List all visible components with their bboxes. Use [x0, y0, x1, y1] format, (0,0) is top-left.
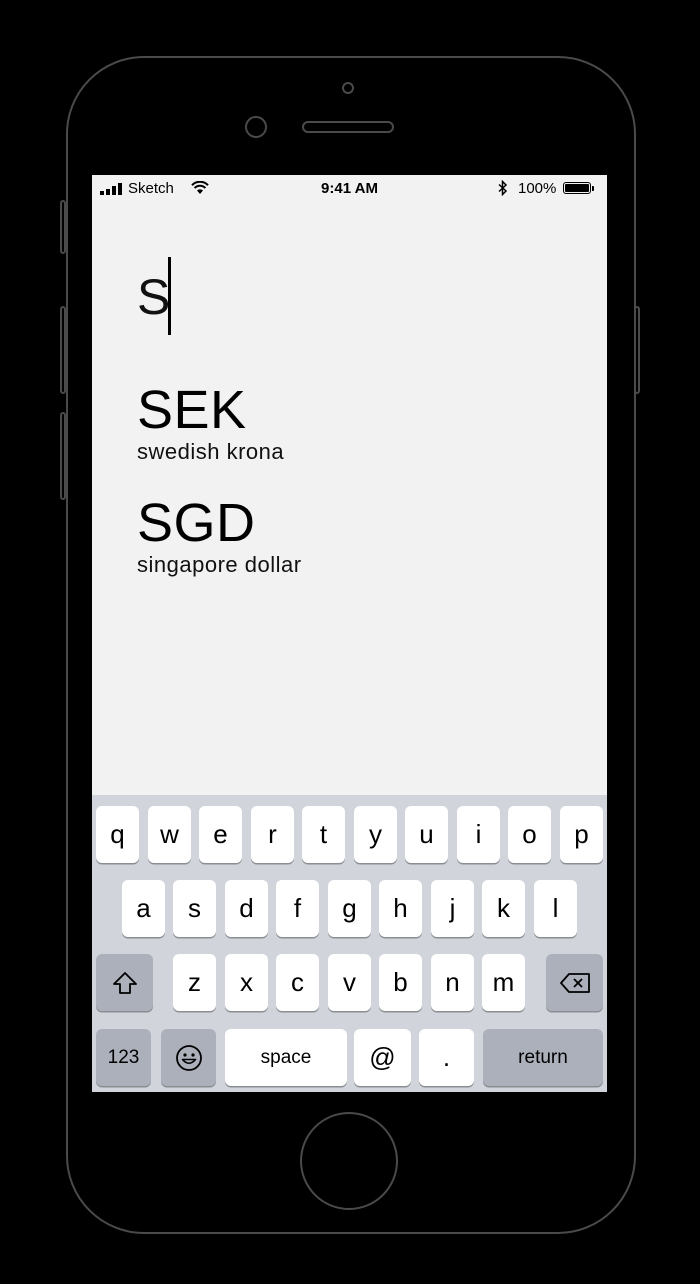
key-t[interactable]: t — [302, 806, 345, 863]
key-w[interactable]: w — [148, 806, 191, 863]
emoji-key[interactable] — [161, 1029, 216, 1086]
key-e[interactable]: e — [199, 806, 242, 863]
earpiece-speaker — [302, 121, 394, 133]
key-f[interactable]: f — [276, 880, 319, 937]
bluetooth-icon — [498, 180, 508, 196]
battery-percentage: 100% — [518, 180, 557, 197]
currency-name: swedish krona — [137, 439, 285, 464]
search-input[interactable]: S — [137, 267, 170, 327]
key-l[interactable]: l — [534, 880, 577, 937]
key-r[interactable]: r — [251, 806, 294, 863]
key-d[interactable]: d — [225, 880, 268, 937]
key-s[interactable]: s — [173, 880, 216, 937]
key-x[interactable]: x — [225, 954, 268, 1011]
result-item-sek[interactable]: SEK swedish krona — [137, 381, 284, 465]
key-i[interactable]: i — [457, 806, 500, 863]
power-button — [634, 306, 640, 394]
return-key[interactable]: return — [483, 1029, 603, 1086]
key-v[interactable]: v — [328, 954, 371, 1011]
screen: Sketch 9:41 AM 100% S SEK swedish krona … — [92, 175, 607, 1092]
key-z[interactable]: z — [173, 954, 216, 1011]
key-k[interactable]: k — [482, 880, 525, 937]
currency-code: SGD — [137, 493, 256, 553]
volume-down-button — [60, 412, 66, 500]
volume-up-button — [60, 306, 66, 394]
status-bar: Sketch 9:41 AM 100% — [92, 175, 607, 203]
key-o[interactable]: o — [508, 806, 551, 863]
key-j[interactable]: j — [431, 880, 474, 937]
key-h[interactable]: h — [379, 880, 422, 937]
space-key[interactable]: space — [225, 1029, 347, 1086]
at-key[interactable]: @ — [354, 1029, 411, 1086]
front-camera — [342, 82, 354, 94]
shift-key[interactable] — [96, 954, 153, 1011]
period-key[interactable]: . — [419, 1029, 474, 1086]
key-y[interactable]: y — [354, 806, 397, 863]
key-n[interactable]: n — [431, 954, 474, 1011]
emoji-icon — [175, 1044, 202, 1071]
key-g[interactable]: g — [328, 880, 371, 937]
backspace-key[interactable] — [546, 954, 603, 1011]
key-q[interactable]: q — [96, 806, 139, 863]
battery-tip — [592, 186, 594, 191]
home-button[interactable] — [300, 1112, 398, 1210]
proximity-sensor — [245, 116, 267, 138]
result-item-sgd[interactable]: SGD singapore dollar — [137, 494, 302, 578]
key-p[interactable]: p — [560, 806, 603, 863]
text-cursor — [168, 257, 171, 335]
key-u[interactable]: u — [405, 806, 448, 863]
backspace-icon — [559, 972, 590, 993]
currency-name: singapore dollar — [137, 552, 302, 577]
battery-icon — [563, 182, 591, 194]
currency-code: SEK — [137, 380, 247, 440]
key-b[interactable]: b — [379, 954, 422, 1011]
mute-switch — [60, 200, 66, 254]
key-m[interactable]: m — [482, 954, 525, 1011]
keyboard: q w e r t y u i o p a s d f g h j k l z … — [92, 795, 607, 1092]
numbers-key[interactable]: 123 — [96, 1029, 151, 1086]
key-c[interactable]: c — [276, 954, 319, 1011]
key-a[interactable]: a — [122, 880, 165, 937]
shift-icon — [112, 971, 137, 994]
